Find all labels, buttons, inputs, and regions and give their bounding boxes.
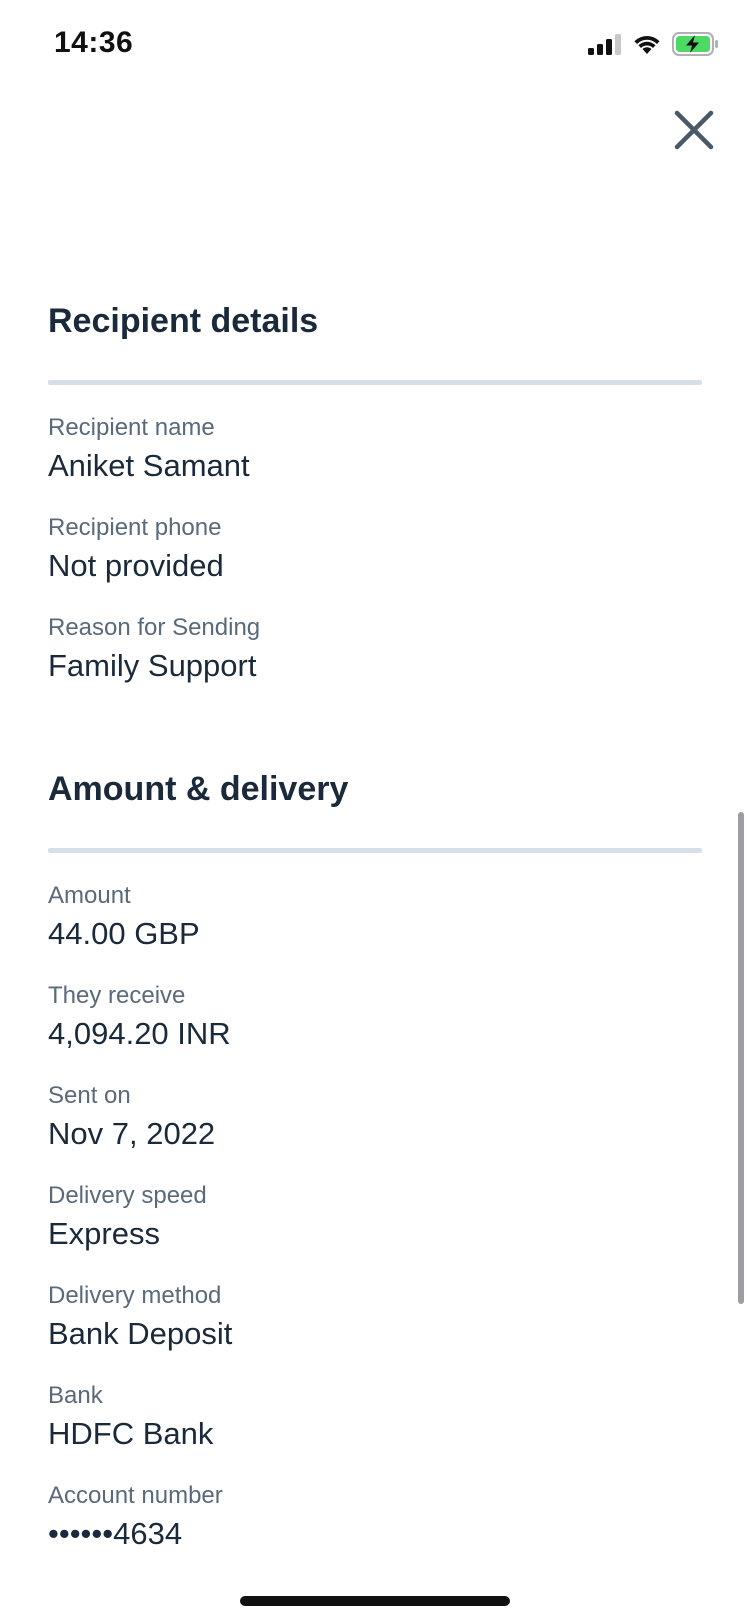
amount-section-divider [48,848,702,853]
recipient-phone-label: Recipient phone [48,514,222,541]
delivery-speed-value: Express [48,1216,160,1251]
account-number-label: Account number [48,1482,223,1509]
bank-label: Bank [48,1382,103,1409]
recipient-section-title: Recipient details [48,302,319,340]
sent-on-value: Nov 7, 2022 [48,1116,216,1151]
scrollbar[interactable] [738,812,744,1304]
amount-value: 44.00 GBP [48,916,200,951]
recipient-section-divider [48,380,702,385]
reason-label: Reason for Sending [48,614,261,641]
amount-section-title: Amount & delivery [48,770,349,808]
status-bar: 14:36 [0,0,750,90]
sent-on-label: Sent on [48,1082,131,1109]
delivery-method-value: Bank Deposit [48,1316,233,1351]
home-indicator[interactable] [240,1596,510,1606]
bank-value: HDFC Bank [48,1416,214,1451]
delivery-speed-label: Delivery speed [48,1182,207,1209]
status-time: 14:36 [54,26,134,59]
wifi-icon [632,33,662,60]
status-icons [588,32,720,61]
close-button[interactable] [670,108,718,156]
they-receive-label: They receive [48,982,186,1009]
recipient-name-label: Recipient name [48,414,215,441]
delivery-method-label: Delivery method [48,1282,222,1309]
cellular-signal-icon [588,33,622,60]
close-icon [674,110,714,155]
account-number-value: ••••••4634 [48,1516,183,1551]
reason-value: Family Support [48,648,257,683]
they-receive-value: 4,094.20 INR [48,1016,231,1051]
recipient-name-value: Aniket Samant [48,448,250,483]
battery-charging-icon [672,32,720,61]
amount-label: Amount [48,882,131,909]
recipient-phone-value: Not provided [48,548,224,583]
